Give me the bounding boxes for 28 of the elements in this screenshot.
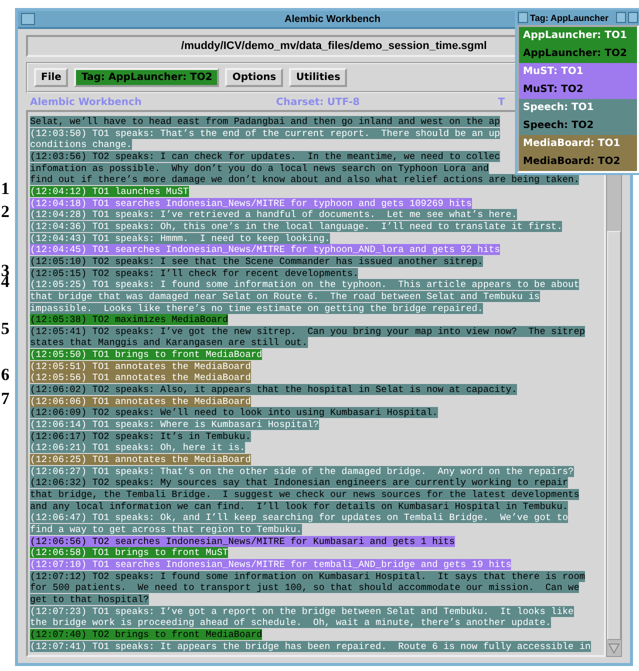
app-name-label: Alembic Workbench <box>30 97 143 108</box>
tag-menu-item[interactable]: MediaBoard: TO2 <box>519 153 637 171</box>
window-menu-button[interactable] <box>518 12 528 23</box>
tag-menu-item[interactable]: MediaBoard: TO1 <box>519 135 637 153</box>
minimize-button[interactable] <box>616 12 626 23</box>
maximize-button[interactable] <box>628 12 638 23</box>
charset-label: Charset: UTF-8 <box>276 97 361 108</box>
tag-menu-item[interactable]: AppLauncher: TO1 <box>519 27 637 45</box>
toolbar-button[interactable]: Options <box>225 68 284 87</box>
scrollbar-thumb[interactable] <box>607 231 621 640</box>
status-label: T <box>498 97 505 108</box>
step-number: 2 <box>1 203 10 220</box>
tag-menu-item[interactable]: MuST: TO2 <box>519 81 637 99</box>
step-number: 7 <box>1 390 10 407</box>
window-menu-button[interactable] <box>21 13 35 25</box>
toolbar-button[interactable]: Tag: AppLauncher: TO2 <box>74 68 220 87</box>
menu-title: Tag: AppLauncher <box>530 12 610 22</box>
window-title: Alembic Workbench <box>284 14 380 24</box>
tag-menu-item[interactable]: MuST: TO1 <box>519 63 637 81</box>
tag-menu-item[interactable]: Speech: TO2 <box>519 117 637 135</box>
step-number: 6 <box>1 366 10 384</box>
toolbar-button[interactable]: Utilities <box>289 68 348 87</box>
tag-menu-item[interactable]: AppLauncher: TO2 <box>519 45 637 63</box>
scroll-down-icon[interactable] <box>608 642 620 654</box>
step-number: 1 <box>1 180 10 197</box>
step-number: 5 <box>1 320 10 337</box>
tag-menu-item[interactable]: Speech: TO1 <box>519 99 637 117</box>
toolbar-button[interactable]: File <box>34 68 68 87</box>
